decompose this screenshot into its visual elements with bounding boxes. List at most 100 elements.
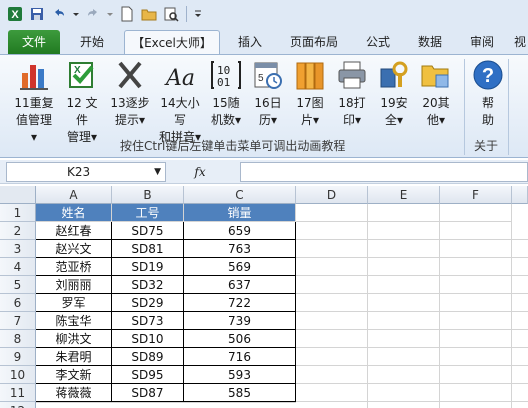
- name-box[interactable]: K23 ▼: [6, 162, 166, 182]
- table-cell-id[interactable]: SD19: [112, 258, 184, 276]
- column-header-f[interactable]: F: [440, 186, 512, 204]
- ribbon-label-line1: 19安: [380, 96, 408, 110]
- table-cell-sales[interactable]: 585: [184, 384, 296, 402]
- ribbon-button-random[interactable]: 10 01 15随 机数▾: [206, 59, 246, 129]
- table-cell-name[interactable]: 陈宝华: [36, 312, 112, 330]
- tab-view[interactable]: 视: [512, 30, 528, 54]
- table-cell-name[interactable]: 赵红春: [36, 222, 112, 240]
- redo-icon[interactable]: [84, 5, 102, 23]
- table-cell-sales[interactable]: 763: [184, 240, 296, 258]
- ribbon-button-hints[interactable]: 13逐步 提示▾: [110, 59, 150, 129]
- table-cell-id[interactable]: SD29: [112, 294, 184, 312]
- ribbon-button-pictures[interactable]: 17图 片▾: [290, 59, 330, 129]
- empty-grid-area[interactable]: [296, 222, 528, 408]
- table-cell[interactable]: [440, 204, 512, 222]
- table-header-sales[interactable]: 销量: [184, 204, 296, 222]
- redo-dropdown-icon[interactable]: [106, 5, 114, 23]
- row-header[interactable]: 12: [0, 402, 36, 408]
- table-cell-name[interactable]: 刘丽丽: [36, 276, 112, 294]
- tab-home[interactable]: 开始: [68, 30, 116, 54]
- table-cell-name[interactable]: 范亚桥: [36, 258, 112, 276]
- ribbon-label-line2: 片▾: [300, 113, 320, 127]
- table-cell-sales[interactable]: 506: [184, 330, 296, 348]
- table-cell-id[interactable]: SD75: [112, 222, 184, 240]
- tab-excel-master[interactable]: 【Excel大师】: [124, 30, 220, 54]
- table-cell-id[interactable]: SD73: [112, 312, 184, 330]
- column-header-b[interactable]: B: [112, 186, 184, 204]
- table-cell-name[interactable]: 柳洪文: [36, 330, 112, 348]
- table-cell[interactable]: [368, 204, 440, 222]
- table-cell-sales[interactable]: 637: [184, 276, 296, 294]
- row-header[interactable]: 8: [0, 330, 36, 348]
- tab-page-layout[interactable]: 页面布局: [280, 30, 348, 54]
- table-cell-sales[interactable]: 722: [184, 294, 296, 312]
- tab-insert[interactable]: 插入: [228, 30, 272, 54]
- ribbon-label-line2: 提示▾: [114, 113, 146, 127]
- table-cell-name[interactable]: 朱君明: [36, 348, 112, 366]
- excel-icon[interactable]: X: [6, 5, 24, 23]
- ribbon-button-files[interactable]: X 12 文件 管理▾: [62, 59, 102, 146]
- table-cell-sales[interactable]: 569: [184, 258, 296, 276]
- column-header-e[interactable]: E: [368, 186, 440, 204]
- table-cell-id[interactable]: SD81: [112, 240, 184, 258]
- column-header-d[interactable]: D: [296, 186, 368, 204]
- ribbon-button-others[interactable]: 20其 他▾: [416, 59, 456, 129]
- table-cell-id[interactable]: SD32: [112, 276, 184, 294]
- save-icon[interactable]: [28, 5, 46, 23]
- ribbon-label-line1: 18打: [338, 96, 366, 110]
- tab-formulas[interactable]: 公式: [356, 30, 400, 54]
- select-all-corner[interactable]: [0, 186, 36, 204]
- ribbon-label-line2: 助: [481, 113, 494, 127]
- open-icon[interactable]: [140, 5, 158, 23]
- row-header[interactable]: 2: [0, 222, 36, 240]
- table-cell-sales[interactable]: 739: [184, 312, 296, 330]
- row-header[interactable]: 4: [0, 258, 36, 276]
- ribbon-button-security[interactable]: 19安 全▾: [374, 59, 414, 129]
- column-header-g[interactable]: [512, 186, 528, 204]
- table-cell-sales[interactable]: 716: [184, 348, 296, 366]
- table-header-name[interactable]: 姓名: [36, 204, 112, 222]
- ribbon-button-case-pinyin[interactable]: Aa 14大小写 和拼音▾: [156, 59, 204, 146]
- table-cell-name[interactable]: 罗军: [36, 294, 112, 312]
- ribbon-button-duplicates[interactable]: 11重复 值管理▾: [14, 59, 54, 146]
- ribbon-button-print[interactable]: 18打 印▾: [332, 59, 372, 129]
- svg-text:01: 01: [217, 76, 230, 89]
- row-header[interactable]: 7: [0, 312, 36, 330]
- table-cell-id[interactable]: SD10: [112, 330, 184, 348]
- empty-row-12[interactable]: [36, 402, 296, 408]
- tab-data[interactable]: 数据: [408, 30, 452, 54]
- ribbon-button-help[interactable]: ? 帮 助: [468, 59, 508, 129]
- formula-input[interactable]: [240, 162, 528, 182]
- customize-icon[interactable]: [193, 5, 203, 23]
- table-cell-name[interactable]: 赵兴文: [36, 240, 112, 258]
- undo-icon[interactable]: [50, 5, 68, 23]
- table-cell-name[interactable]: 蒋薇薇: [36, 384, 112, 402]
- row-header[interactable]: 1: [0, 204, 36, 222]
- column-header-a[interactable]: A: [36, 186, 112, 204]
- row-header[interactable]: 10: [0, 366, 36, 384]
- ribbon-button-calendar[interactable]: 5 16日 历▾: [248, 59, 288, 129]
- row-header[interactable]: 11: [0, 384, 36, 402]
- table-cell-sales[interactable]: 593: [184, 366, 296, 384]
- table-header-id[interactable]: 工号: [112, 204, 184, 222]
- chevron-down-icon[interactable]: ▼: [154, 163, 161, 181]
- column-header-c[interactable]: C: [184, 186, 296, 204]
- undo-dropdown-icon[interactable]: [72, 5, 80, 23]
- print-preview-icon[interactable]: [162, 5, 180, 23]
- tab-file[interactable]: 文件: [8, 30, 60, 54]
- new-icon[interactable]: [118, 5, 136, 23]
- table-cell-id[interactable]: SD89: [112, 348, 184, 366]
- table-cell-sales[interactable]: 659: [184, 222, 296, 240]
- row-header[interactable]: 5: [0, 276, 36, 294]
- insert-function-button[interactable]: fx: [170, 162, 230, 182]
- table-cell-id[interactable]: SD87: [112, 384, 184, 402]
- table-cell-id[interactable]: SD95: [112, 366, 184, 384]
- row-header[interactable]: 6: [0, 294, 36, 312]
- row-header[interactable]: 3: [0, 240, 36, 258]
- table-cell[interactable]: [296, 204, 368, 222]
- svg-text:?: ?: [482, 65, 494, 87]
- row-header[interactable]: 9: [0, 348, 36, 366]
- table-cell-name[interactable]: 李文新: [36, 366, 112, 384]
- x-icon: [118, 61, 142, 89]
- tab-review[interactable]: 审阅: [460, 30, 504, 54]
